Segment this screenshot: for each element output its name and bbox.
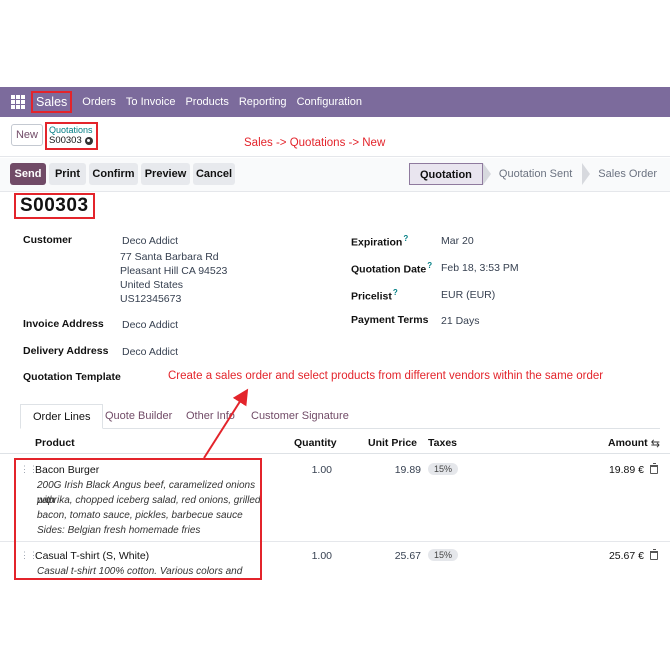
help-icon[interactable]: ? [403, 234, 408, 243]
nav-item-reporting[interactable]: Reporting [239, 96, 287, 108]
nav-item-configuration[interactable]: Configuration [297, 96, 362, 108]
trash-icon[interactable] [650, 463, 658, 474]
stage-separator [582, 163, 591, 185]
payment-terms-field[interactable]: 21 Days [441, 315, 480, 329]
record-title: S00303 [20, 195, 89, 216]
grid-apps-icon[interactable] [11, 95, 25, 109]
notebook-tabs: Order Lines Quote Builder Other Info Cus… [20, 404, 660, 429]
column-unit-price[interactable]: Unit Price [368, 437, 417, 449]
gear-icon[interactable] [84, 136, 93, 145]
tab-customer-signature[interactable]: Customer Signature [251, 404, 349, 429]
quotation-date-field[interactable]: Feb 18, 3:53 PM [441, 262, 519, 276]
column-settings-icon[interactable]: ⇆ [651, 437, 660, 450]
amount-cell: 19.89 € [608, 464, 644, 476]
invoice-address-field[interactable]: Deco Addict [122, 319, 178, 333]
quotation-date-label: Quotation Date? [351, 261, 433, 276]
order-lines-header: Product Quantity Unit Price Taxes Amount [0, 432, 670, 454]
tax-badge[interactable]: 15% [428, 549, 459, 561]
cancel-button[interactable]: Cancel [193, 163, 235, 185]
customer-address-line: United States [120, 279, 184, 291]
column-taxes[interactable]: Taxes [428, 437, 457, 449]
nav-item-to-invoice[interactable]: To Invoice [126, 96, 176, 108]
expiration-label: Expiration? [351, 234, 409, 249]
column-amount[interactable]: Amount [608, 437, 648, 449]
record-title-box: S00303 [14, 193, 95, 219]
delivery-address-field[interactable]: Deco Addict [122, 346, 178, 360]
new-button[interactable]: New [11, 124, 43, 146]
breadcrumb: Quotations S00303 [45, 122, 98, 150]
confirm-button[interactable]: Confirm [89, 163, 138, 185]
stage-sales-order[interactable]: Sales Order [590, 163, 670, 185]
tab-order-lines[interactable]: Order Lines [20, 404, 104, 429]
quantity-cell[interactable]: 1.00 [300, 550, 332, 562]
breadcrumb-current-label: S00303 [49, 135, 82, 146]
pricelist-field[interactable]: EUR (EUR) [441, 289, 495, 303]
customer-label: Customer [23, 234, 73, 246]
print-button[interactable]: Print [49, 163, 86, 185]
customer-address-line: 77 Santa Barbara Rd [120, 251, 219, 263]
pricelist-label: Pricelist? [351, 288, 398, 303]
preview-button[interactable]: Preview [141, 163, 190, 185]
amount-cell: 25.67 € [608, 550, 644, 562]
product-lines-highlight [14, 458, 262, 580]
breadcrumb-current: S00303 [49, 135, 93, 146]
column-quantity[interactable]: Quantity [294, 437, 337, 449]
top-navbar: Sales Orders To Invoice Products Reporti… [0, 87, 670, 117]
customer-field[interactable]: Deco Addict [122, 235, 178, 249]
trash-icon[interactable] [650, 549, 658, 560]
column-product[interactable]: Product [35, 437, 75, 449]
blank-area [0, 579, 670, 670]
stage-pipeline: Quotation Quotation Sent Sales Order [408, 163, 670, 185]
expiration-field[interactable]: Mar 20 [441, 235, 474, 249]
tab-quote-builder[interactable]: Quote Builder [105, 404, 172, 429]
stage-separator [482, 163, 491, 185]
control-panel: New Quotations S00303 Sales -> Quotation… [0, 117, 670, 157]
tax-badge[interactable]: 15% [428, 463, 459, 475]
help-icon[interactable]: ? [427, 261, 432, 270]
tab-other-info[interactable]: Other Info [186, 404, 235, 429]
help-icon[interactable]: ? [393, 288, 398, 297]
quantity-cell[interactable]: 1.00 [300, 464, 332, 476]
customer-vat: US12345673 [120, 293, 182, 305]
quotation-template-label: Quotation Template [23, 371, 121, 383]
payment-terms-label: Payment Terms [351, 314, 429, 326]
unit-price-cell[interactable]: 25.67 [380, 550, 421, 562]
annotation-navigation-path: Sales -> Quotations -> New [244, 137, 386, 149]
stage-quotation-sent[interactable]: Quotation Sent [491, 163, 582, 185]
delivery-address-label: Delivery Address [23, 345, 109, 357]
nav-item-products[interactable]: Products [185, 96, 228, 108]
breadcrumb-quotations-link[interactable]: Quotations [49, 125, 93, 135]
nav-item-orders[interactable]: Orders [82, 96, 116, 108]
unit-price-cell[interactable]: 19.89 [380, 464, 421, 476]
customer-address-line: Pleasant Hill CA 94523 [120, 265, 228, 277]
stage-quotation[interactable]: Quotation [408, 163, 483, 185]
nav-brand-sales[interactable]: Sales [31, 91, 73, 113]
annotation-instruction: Create a sales order and select products… [168, 370, 604, 382]
send-button[interactable]: Send [10, 163, 46, 185]
invoice-address-label: Invoice Address [23, 318, 104, 330]
